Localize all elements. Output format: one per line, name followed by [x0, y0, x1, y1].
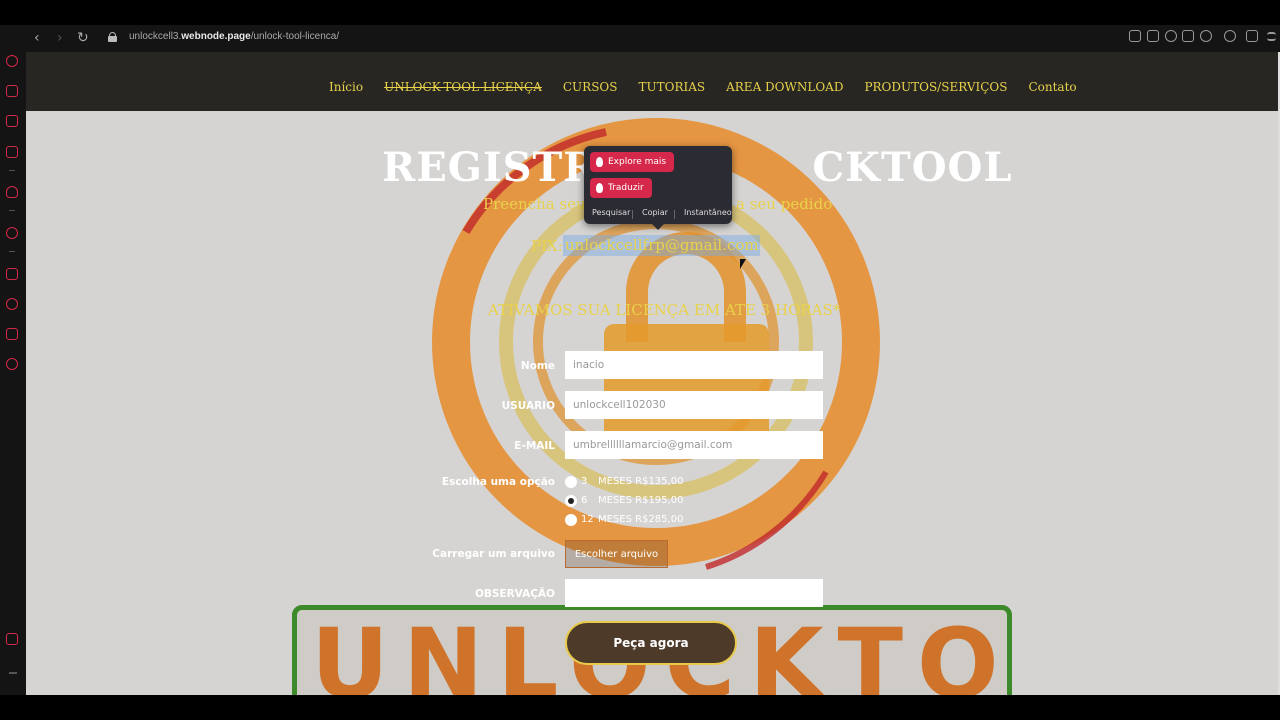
- speed-dial-icon[interactable]: [6, 55, 18, 67]
- sidebar-divider: [9, 170, 15, 171]
- option-12-number: 12: [581, 514, 594, 525]
- subtitle-left: Preencha seu: [483, 195, 586, 213]
- download-icon[interactable]: [1246, 30, 1258, 42]
- address-bar[interactable]: unlockcell3.webnode.page/unlock-tool-lic…: [129, 31, 339, 42]
- flame-icon: [596, 157, 603, 167]
- option-3-meses-radio[interactable]: [565, 476, 577, 488]
- choose-file-button[interactable]: Escolher arquivo: [565, 540, 668, 568]
- more-icon[interactable]: [9, 672, 17, 674]
- sidebar-divider: [9, 251, 15, 252]
- camera-icon[interactable]: [1147, 30, 1159, 42]
- mouse-cursor-icon: [740, 259, 746, 269]
- twitch-icon[interactable]: [6, 115, 18, 127]
- translate-label: Traduzir: [608, 183, 644, 193]
- translate-button[interactable]: Traduzir: [590, 178, 652, 198]
- option-3-number: 3: [581, 476, 588, 487]
- screen: ‹ › ↻ unlockcell3.webnode.page/unlock-to…: [0, 0, 1280, 720]
- heart-icon[interactable]: [1200, 30, 1212, 42]
- subtitle-right: a seu pedido: [736, 195, 833, 213]
- option-6-text: MESES R$195,00: [598, 495, 684, 506]
- browser-sidebar: [0, 52, 26, 695]
- name-label: Nome: [520, 360, 555, 372]
- nav-item-contato[interactable]: Contato: [1028, 80, 1076, 94]
- url-domain: webnode.page: [181, 31, 251, 42]
- nav-menu: Início UNLOCK-TOOL LICENÇA CURSOS TUTORI…: [329, 80, 1098, 94]
- forward-icon[interactable]: ›: [57, 29, 63, 47]
- nav-item-inicio[interactable]: Início: [329, 80, 363, 94]
- block-icon[interactable]: [1165, 30, 1177, 42]
- popup-divider: [674, 210, 675, 219]
- note-label: OBSERVAÇÃO: [474, 588, 555, 600]
- settings-icon[interactable]: [6, 358, 18, 370]
- instagram-icon[interactable]: [6, 146, 18, 158]
- menu-icon[interactable]: [1267, 32, 1276, 41]
- explore-more-label: Explore mais: [608, 157, 667, 167]
- option-12-text: MESES R$285,00: [598, 514, 684, 525]
- nav-item-produtos-servicos[interactable]: PRODUTOS/SERVIÇOS: [864, 80, 1007, 94]
- site-navigation: Início UNLOCK-TOOL LICENÇA CURSOS TUTORI…: [26, 52, 1278, 111]
- url-path: /unlock-tool-licenca/: [250, 31, 340, 42]
- pix-email-selected[interactable]: unlockcellfrp@gmail.com: [563, 235, 760, 256]
- send-icon[interactable]: [1182, 30, 1194, 42]
- sidebar-divider: [9, 210, 15, 211]
- email-input[interactable]: [565, 431, 823, 459]
- reload-icon[interactable]: ↻: [77, 29, 89, 47]
- copy-link[interactable]: Copiar: [642, 208, 668, 217]
- title-right: CKTOOL: [812, 144, 1013, 191]
- email-label: E-MAIL: [514, 440, 555, 452]
- flame-icon[interactable]: [6, 186, 18, 198]
- notes-icon[interactable]: [6, 268, 18, 280]
- nav-item-tutorias[interactable]: TUTORIAS: [638, 80, 705, 94]
- history-icon[interactable]: [6, 298, 18, 310]
- pix-label: PIX:: [531, 237, 563, 255]
- player-icon[interactable]: [6, 227, 18, 239]
- nav-item-unlock-tool-licenca[interactable]: UNLOCK-TOOL LICENÇA: [384, 80, 542, 94]
- popup-divider: [632, 210, 633, 219]
- file-label: Carregar um arquivo: [432, 548, 555, 560]
- note-input[interactable]: [565, 579, 823, 607]
- browser-toolbar: ‹ › ↻ unlockcell3.webnode.page/unlock-to…: [0, 25, 1280, 52]
- share-icon[interactable]: [1129, 30, 1141, 42]
- box-icon[interactable]: [6, 328, 18, 340]
- instant-link[interactable]: Instantâneo: [684, 208, 732, 217]
- bag-icon[interactable]: [6, 85, 18, 97]
- option-6-meses-radio[interactable]: [565, 495, 577, 507]
- selection-popup: Explore mais Traduzir Pesquisar Copiar I…: [584, 146, 732, 230]
- profile-icon[interactable]: [1224, 30, 1236, 42]
- web-page: Início UNLOCK-TOOL LICENÇA CURSOS TUTORI…: [26, 52, 1278, 695]
- flame-icon: [596, 183, 603, 193]
- option-6-number: 6: [581, 495, 588, 506]
- nav-item-area-download[interactable]: AREA DOWNLOAD: [726, 80, 843, 94]
- submit-button[interactable]: Peça agora: [565, 621, 737, 665]
- explore-more-button[interactable]: Explore mais: [590, 152, 675, 172]
- lock-icon: [108, 32, 117, 42]
- user-input[interactable]: [565, 391, 823, 419]
- option-3-text: MESES R$135,00: [598, 476, 684, 487]
- option-label: Escolha uma opção: [441, 476, 555, 488]
- user-label: USUARIO: [501, 400, 555, 412]
- gallery-icon[interactable]: [6, 633, 18, 645]
- search-link[interactable]: Pesquisar: [592, 208, 630, 217]
- option-12-meses-radio[interactable]: [565, 514, 577, 526]
- activation-notice: ATIVAMOS SUA LICENÇA EM ATE 3 HORAS*: [488, 301, 841, 319]
- back-icon[interactable]: ‹: [34, 29, 40, 47]
- nav-item-cursos[interactable]: CURSOS: [563, 80, 618, 94]
- url-prefix: unlockcell3.: [129, 31, 182, 42]
- name-input[interactable]: [565, 351, 823, 379]
